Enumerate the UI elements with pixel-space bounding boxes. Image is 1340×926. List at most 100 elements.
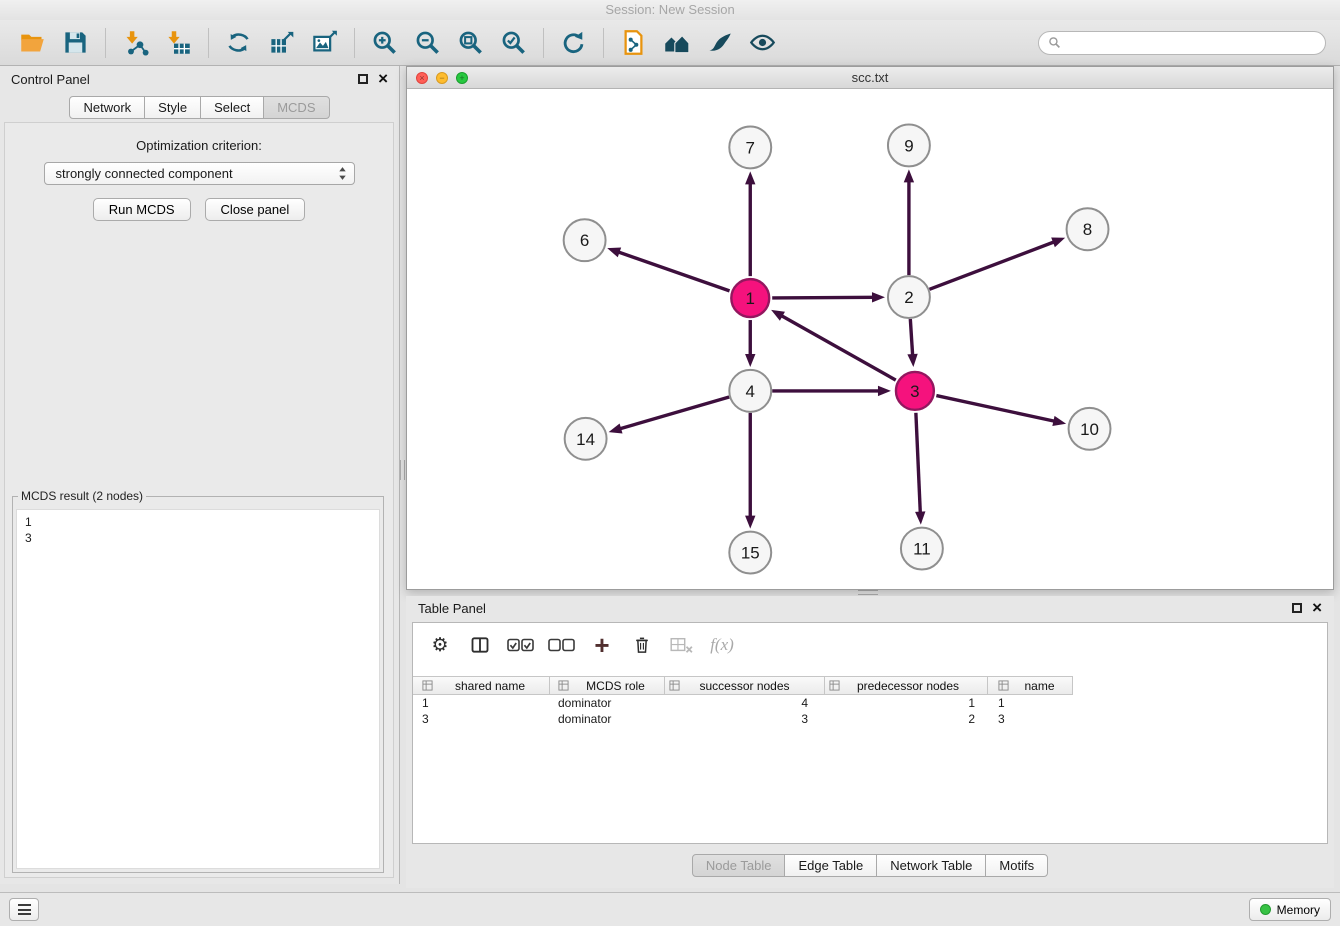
task-history-button[interactable] [9,898,39,921]
create-column-button[interactable]: + [589,631,615,659]
run-mcds-button[interactable]: Run MCDS [93,198,191,221]
control-panel-header: Control Panel × [0,66,399,92]
cell-shared-name[interactable]: 1 [413,695,550,711]
show-columns-button[interactable] [467,631,493,659]
tab-edge-table[interactable]: Edge Table [784,854,877,877]
close-table-panel-icon[interactable]: × [1312,603,1322,613]
tab-mcds[interactable]: MCDS [263,96,329,119]
close-panel-icon[interactable]: × [378,74,388,84]
column-header-name[interactable]: name [988,676,1073,695]
close-window-icon[interactable]: × [416,72,428,84]
delete-column-button[interactable] [629,631,655,659]
export-network-button[interactable] [220,25,256,61]
graph-edge[interactable] [781,315,896,380]
zoom-fit-button[interactable] [452,25,488,61]
open-session-button[interactable] [14,25,50,61]
import-table-button[interactable] [160,25,196,61]
tab-node-table[interactable]: Node Table [692,854,786,877]
table-settings-button[interactable]: ⚙ [427,631,453,659]
delete-table-button[interactable] [669,631,695,659]
zoom-in-button[interactable] [366,25,402,61]
refresh-layout-button[interactable] [555,25,591,61]
search-icon [1048,36,1061,49]
network-table-splitter[interactable] [858,590,878,595]
network-canvas[interactable]: 7 9 6 8 1 2 4 3 14 10 15 11 [407,89,1333,589]
criterion-value: strongly connected component [56,166,338,181]
deselect-all-button[interactable] [548,631,575,659]
column-header-mcds-role[interactable]: MCDS role [550,676,665,695]
tab-network[interactable]: Network [69,96,145,119]
network-graph[interactable]: 7 9 6 8 1 2 4 3 14 10 15 11 [407,89,1333,589]
style-brush-button[interactable] [701,25,737,61]
export-table-button[interactable] [263,25,299,61]
graph-node-2[interactable]: 2 [888,276,930,318]
cell-predecessor-nodes[interactable]: 1 [825,695,988,711]
float-table-panel-icon[interactable] [1292,603,1302,613]
column-header-successor-nodes[interactable]: successor nodes [665,676,825,695]
graph-edge[interactable] [929,242,1054,290]
graph-edge[interactable] [618,252,730,291]
tab-select[interactable]: Select [200,96,264,119]
import-network-button[interactable] [117,25,153,61]
cell-name[interactable]: 1 [988,695,1073,711]
graph-edge[interactable] [619,397,729,429]
graph-node-4[interactable]: 4 [729,370,771,412]
mcds-result-list[interactable]: 1 3 [16,509,380,869]
graph-edge-arrow [1052,416,1066,426]
search-input[interactable] [1066,36,1316,50]
tab-style[interactable]: Style [144,96,201,119]
graph-node-8[interactable]: 8 [1067,208,1109,250]
search-box[interactable] [1038,31,1326,55]
home-button[interactable] [658,25,694,61]
cell-successor-nodes[interactable]: 3 [665,711,825,727]
zoom-selected-button[interactable] [495,25,531,61]
show-hide-button[interactable] [744,25,780,61]
graph-node-7[interactable]: 7 [729,126,771,168]
clone-network-button[interactable] [615,25,651,61]
home-icon [663,29,690,56]
export-network-icon [225,29,252,56]
cell-mcds-role[interactable]: dominator [550,711,665,727]
tab-network-table[interactable]: Network Table [876,854,986,877]
graph-edge-arrow [904,169,914,182]
maximize-window-icon[interactable]: + [456,72,468,84]
cell-predecessor-nodes[interactable]: 2 [825,711,988,727]
column-header-predecessor-nodes[interactable]: predecessor nodes [825,676,988,695]
table-row[interactable]: 3 dominator 3 2 3 [413,711,1327,727]
svg-text:4: 4 [746,382,755,401]
graph-node-11[interactable]: 11 [901,528,943,570]
column-header-shared-name[interactable]: shared name [413,676,550,695]
function-builder-button[interactable]: f(x) [709,631,735,659]
criterion-select[interactable]: strongly connected component [44,162,355,185]
float-panel-icon[interactable] [358,74,368,84]
graph-node-1[interactable]: 1 [731,279,769,317]
graph-node-15[interactable]: 15 [729,532,771,574]
cell-mcds-role[interactable]: dominator [550,695,665,711]
cell-shared-name[interactable]: 3 [413,711,550,727]
toolbar-separator [543,28,544,58]
cell-name[interactable]: 3 [988,711,1073,727]
minimize-window-icon[interactable]: − [436,72,448,84]
graph-edge[interactable] [772,297,874,298]
graph-edge[interactable] [916,413,920,514]
memory-button[interactable]: Memory [1249,898,1331,921]
graph-edge-arrow [878,386,891,396]
select-all-button[interactable] [507,631,534,659]
graph-node-6[interactable]: 6 [564,219,606,261]
graph-edge[interactable] [936,396,1055,422]
graph-node-14[interactable]: 14 [565,418,607,460]
graph-node-3[interactable]: 3 [896,372,934,410]
save-session-button[interactable] [57,25,93,61]
export-image-icon [311,29,338,56]
export-image-button[interactable] [306,25,342,61]
close-panel-button[interactable]: Close panel [205,198,306,221]
panel-splitter[interactable] [400,460,405,480]
graph-node-9[interactable]: 9 [888,124,930,166]
tab-motifs[interactable]: Motifs [985,854,1048,877]
graph-node-10[interactable]: 10 [1069,408,1111,450]
graph-edge[interactable] [910,319,912,356]
table-row[interactable]: 1 dominator 4 1 1 [413,695,1327,711]
zoom-out-button[interactable] [409,25,445,61]
column-grid-icon [669,680,680,691]
cell-successor-nodes[interactable]: 4 [665,695,825,711]
